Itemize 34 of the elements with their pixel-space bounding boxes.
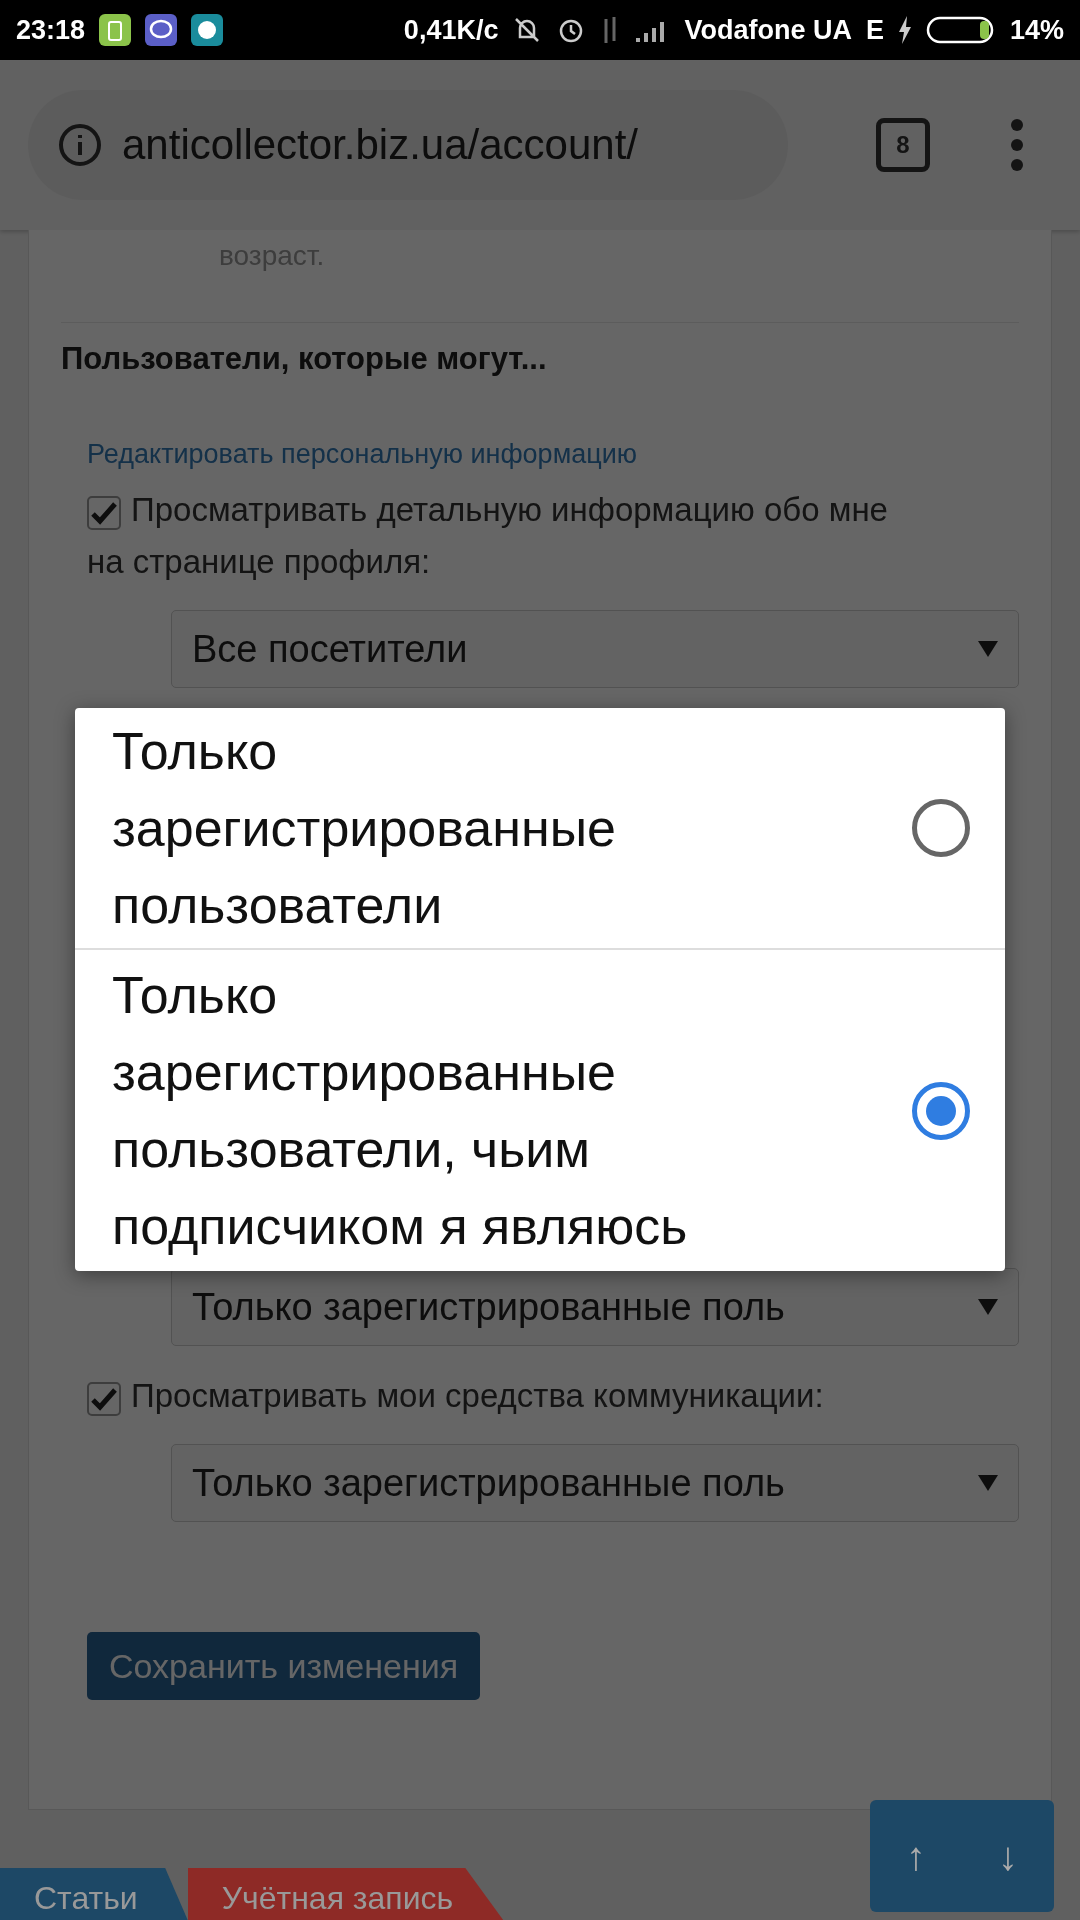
battery-app-icon <box>99 14 132 46</box>
dialog-option[interactable]: Только зарегистрированные пользователи, чьим подписчиком я являюсь <box>75 950 1005 1271</box>
bottom-tab[interactable]: Статьи <box>0 1868 188 1920</box>
radio-button[interactable] <box>912 799 970 857</box>
carrier-name: Vodafone UA <box>684 14 852 46</box>
network-speed: 0,41K/c <box>403 14 499 46</box>
visibility-select[interactable]: Только зарегистрированные поль <box>171 1268 1019 1346</box>
battery-percent: 14% <box>1009 14 1064 46</box>
visibility-select[interactable]: Только зарегистрированные поль <box>171 1444 1019 1522</box>
battery-icon <box>925 16 996 44</box>
radio-button[interactable] <box>912 1081 970 1140</box>
address-bar[interactable]: anticollector.biz.ua/account/ <box>28 90 788 200</box>
scroll-button[interactable]: ↓ <box>992 1832 1024 1880</box>
section-heading: Пользователи, которые могут... <box>61 341 548 377</box>
menu-icon[interactable] <box>1010 118 1024 172</box>
chat-bubble-icon <box>145 14 178 46</box>
save-button[interactable]: Сохранить изменения <box>87 1632 481 1700</box>
caret-icon <box>978 1299 998 1315</box>
caret-icon <box>978 641 998 657</box>
visibility-select[interactable]: Все посетители <box>171 610 1019 688</box>
tab-count-button[interactable]: 8 <box>876 118 930 172</box>
option-label: Просматривать детальную информацию обо мне на странице профиля: <box>87 490 889 582</box>
scroll-button[interactable]: ↑ <box>900 1832 932 1880</box>
checkbox[interactable] <box>87 496 121 530</box>
dialog-option[interactable]: Только зарегистрированные пользователи <box>75 708 1005 950</box>
bottom-tab[interactable]: Учётная запись <box>187 1868 504 1920</box>
edit-info-link[interactable]: Редактировать персональную информацию <box>87 439 637 470</box>
info-icon[interactable] <box>58 123 102 167</box>
clock: 23:18 <box>16 14 86 46</box>
caret-icon <box>978 1475 998 1491</box>
checkbox[interactable] <box>87 1382 121 1416</box>
option-label: Просматривать мои средства коммуникации: <box>87 1370 917 1422</box>
network-type: E <box>865 14 884 46</box>
charging-icon <box>897 16 912 44</box>
